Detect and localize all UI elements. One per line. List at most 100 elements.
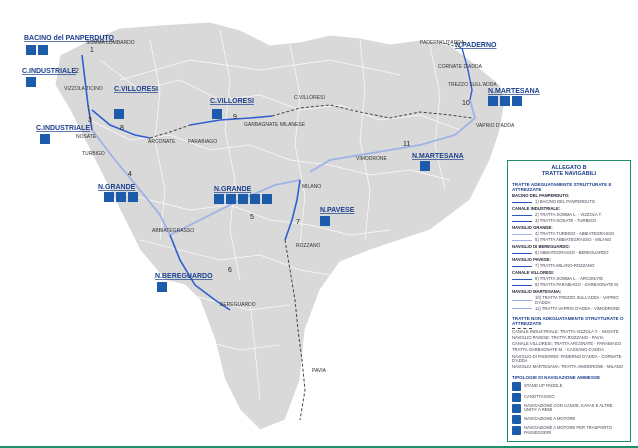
- route-number: 10: [462, 100, 470, 107]
- motor-icon: [500, 96, 510, 106]
- town-label: VIZZOLA TICINO: [64, 86, 103, 92]
- legend-entry-row: 5) TRATTA ABBIATEGRASSO - MILANO: [512, 238, 626, 243]
- town-label: C.VILLORESI: [294, 95, 325, 101]
- line-swatch: [512, 233, 532, 235]
- legend-entry-label: 9) TRATTA PARABIAGO - GARBAGNATE M.: [535, 282, 620, 288]
- rowing-icon: [116, 192, 126, 202]
- kayak-icon: [212, 109, 222, 119]
- town-label: GARBAGNATE MILANESE: [244, 122, 306, 128]
- legend-entry-label: 11) TRATTA VAPRIO D'ADDA - VIMODRONE: [535, 305, 620, 311]
- legend-entries: BACINO DEL PANPERDUTO: 1) BACINO DEL PANP…: [512, 193, 626, 312]
- motor-icon: [38, 45, 48, 55]
- line-swatch: [512, 265, 532, 267]
- legend-entry-head: NAVIGLIO DI BEREGUARDO:: [512, 243, 571, 249]
- town-label: PADERNO D'ADDA: [420, 40, 465, 46]
- legend-entry-row: 6) ABBIATEGRASSO - BEREGUARDO: [512, 251, 626, 256]
- navigation-type-icon: [512, 415, 521, 425]
- route-number: 5: [250, 214, 254, 221]
- town-label: ARCONATE: [148, 139, 176, 145]
- kayak-icon: [320, 216, 330, 226]
- legend-entry-row: 2) TRATTA SOMMA L. - VIZZOLA T.: [512, 213, 626, 218]
- legend-entry-head: BACINO DEL PANPERDUTO:: [512, 193, 570, 198]
- legend-type-row: NAVIGAZIONE A MOTORE PER TRASPORTO PASSE…: [512, 425, 626, 436]
- town-label: ABBIATEGRASSO: [152, 228, 194, 234]
- paddle-icon: [26, 45, 36, 55]
- label-c-industriale-1: C.INDUSTRIALE: [22, 68, 76, 75]
- legend-entry-row: 8) TRATTA SOMMA L. - ARCONATE: [512, 275, 626, 282]
- legend-entry-row: 4) TRATTA TURBIGO - ABBIATEGRASSO: [512, 232, 626, 237]
- legend-not-equipped-item: NAVIGLIO MARTESANA: TRATTA VIMODRONE - M…: [512, 364, 624, 370]
- legend-entry-label: 2) TRATTA SOMMA L. - VIZZOLA T.: [535, 212, 602, 218]
- town-label: MILANO: [302, 184, 321, 190]
- line-swatch: [512, 278, 532, 280]
- town-label: CORNATE D'ADDA: [438, 64, 483, 70]
- town-label: TREZZO SULL'ADDA: [448, 82, 497, 88]
- legend-entry-row: 1) BACINO DEL PANPERDUTO: [512, 200, 626, 205]
- town-label: VIMODRONE: [356, 156, 388, 162]
- legend-type-row: STAND UP PADDLE: [512, 381, 626, 391]
- legend-entry-label: 1) BACINO DEL PANPERDUTO: [535, 199, 595, 205]
- line-swatch: [512, 202, 532, 204]
- boat-icon: [128, 192, 138, 202]
- town-label: PARABIAGO: [188, 139, 217, 145]
- kayak-icon: [214, 194, 224, 204]
- legend-entry-row: 7) TRATTA MILANO-ROZZANO: [512, 263, 626, 269]
- legend-entry-row: 9) TRATTA PARABIAGO - GARBAGNATE M.: [512, 282, 626, 288]
- route-number: 7: [296, 219, 300, 226]
- legend-subtitle: TRATTE NAVIGABILI: [541, 171, 597, 177]
- line-swatch: [512, 252, 532, 254]
- legend-section-equipped: TRATTE ADEGUATAMENTE STRUTTURATE E ATTRE…: [512, 182, 612, 192]
- kayak-icon: [420, 161, 430, 171]
- legend-entry-row: 11) TRATTA VAPRIO D'ADDA - VIMODRONE: [512, 305, 626, 312]
- line-swatch: [512, 240, 532, 242]
- legend-panel: ALLEGATO B TRATTE NAVIGABILI TRATTE ADEG…: [507, 160, 631, 442]
- kayak-icon: [157, 282, 167, 292]
- legend-type-label: CANOTTAGGIO: [524, 394, 555, 400]
- town-label: SOMMA LOMBARDO: [86, 40, 135, 46]
- line-swatch: [512, 300, 532, 302]
- label-n-martesana-1: N.MARTESANA: [488, 88, 540, 95]
- legend-types: STAND UP PADDLE CANOTTAGGIO NAVIGAZIONE CO…: [512, 381, 626, 436]
- town-label: VAPRIO D'ADDA: [476, 123, 515, 129]
- navigation-type-icon: [512, 381, 521, 391]
- town-label: BEREGUARDO: [220, 302, 256, 308]
- label-n-bereguardo: N.BEREGUARDO: [155, 273, 213, 280]
- legend-not-equipped-item: CANALE VILLORESI: TRATTA ARCONATE - PARA…: [512, 341, 622, 347]
- boat-icon: [40, 134, 50, 144]
- boat-icon: [512, 96, 522, 106]
- kayak-icon: [488, 96, 498, 106]
- line-swatch: [512, 221, 532, 223]
- legend-entry-label: 4) TRATTA TURBIGO - ABBIATEGRASSO: [535, 231, 615, 237]
- legend-entry-label: 5) TRATTA ABBIATEGRASSO - MILANO: [535, 237, 612, 243]
- kayak-icon: [104, 192, 114, 202]
- legend-entry-head: NAVIGLIO GRANDE:: [512, 224, 553, 230]
- legend-entry-label: 8) TRATTA SOMMA L. - ARCONATE: [535, 275, 604, 281]
- legend-entry-row: 3) TRATTA NOSATE - TURBIGO: [512, 219, 626, 224]
- legend-entry-label: 10) TRATTA TREZZO SULL'ADDA - VAPRIO D'A…: [535, 294, 619, 305]
- kayak-icon: [114, 109, 124, 119]
- legend-entries-not-equipped: CANALE INDUSTRIALE: TRATTA VIZZOLA T. - …: [512, 330, 626, 370]
- legend-entry-head: CANALE INDUSTRIALE:: [512, 205, 561, 211]
- label-c-villoresi-1: C.VILLORESI: [114, 86, 158, 93]
- navigation-type-icon: [512, 403, 521, 413]
- legend-type-row: NAVIGAZIONE CON CANOE, KAYAK E ALTRE UNI…: [512, 402, 626, 413]
- legend-type-row: NAVIGAZIONE A MOTORE: [512, 415, 626, 425]
- boat-icon: [26, 77, 36, 87]
- navigation-type-icon: [512, 426, 521, 436]
- town-label: TURBIGO: [82, 151, 105, 157]
- legend-not-equipped-item: NAVIGLIO PAVESE: TRATTA ROZZANO - PAVIA: [512, 335, 604, 341]
- route-number: 8: [120, 125, 124, 132]
- boat-icon: [262, 194, 272, 204]
- label-n-grande-1: N.GRANDE: [98, 184, 136, 191]
- legend-entry-label: 3) TRATTA NOSATE - TURBIGO: [535, 218, 597, 224]
- legend-type-row: CANOTTAGGIO: [512, 392, 626, 402]
- route-number: 11: [403, 141, 410, 148]
- legend-not-equipped-item: NAVIGLIO DI PADERNO: PADERNO D'ADDA - CO…: [512, 353, 622, 364]
- route-number: 9: [233, 114, 237, 121]
- legend-entry-row: 10) TRATTA TREZZO SULL'ADDA - VAPRIO D'A…: [512, 294, 626, 305]
- town-label: PAVIA: [312, 368, 327, 374]
- route-number: 1: [90, 47, 94, 54]
- legend-section-not-equipped: TRATTE NON ADEGUATAMENTE STRUTTURATE O A…: [512, 316, 624, 327]
- label-n-martesana-2: N.MARTESANA: [412, 153, 464, 160]
- legend-type-label: NAVIGAZIONE CON CANOE, KAYAK E ALTRE UNI…: [524, 402, 613, 413]
